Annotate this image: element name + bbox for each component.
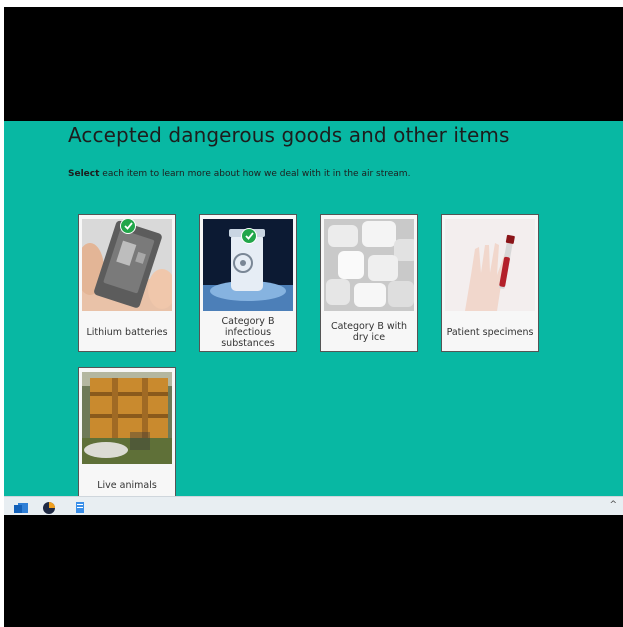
taskbar: ^ (4, 496, 623, 515)
chevron-up-icon[interactable]: ^ (609, 500, 617, 510)
card-patient-specimens[interactable]: Patient specimens (441, 214, 539, 352)
outlook-icon[interactable] (14, 500, 28, 514)
biohazard-container-image (203, 219, 293, 311)
card-label: Category B with dry ice (330, 321, 408, 343)
card-label: Patient specimens (446, 326, 534, 338)
dry-ice-image (324, 219, 414, 311)
course-slide: Accepted dangerous goods and other items… (4, 121, 623, 496)
browser-icon[interactable] (42, 500, 56, 514)
card-category-b-dry-ice[interactable]: Category B with dry ice (320, 214, 418, 352)
instruction-bold: Select (68, 169, 100, 179)
instruction-rest: each item to learn more about how we dea… (99, 169, 411, 179)
card-lithium-batteries[interactable]: Lithium batteries (78, 214, 176, 352)
card-label: Live animals (97, 479, 157, 491)
instruction-text: Select each item to learn more about how… (68, 169, 410, 179)
card-category-b-infectious[interactable]: Category B infectious substances (199, 214, 297, 352)
battery-image (82, 219, 172, 311)
completed-check-icon (241, 228, 257, 244)
card-label: Category B infectious substances (221, 315, 275, 349)
letterbox-bottom (4, 515, 623, 627)
specimen-tube-image (445, 219, 535, 311)
page-title: Accepted dangerous goods and other items (68, 123, 510, 147)
card-live-animals[interactable]: Live animals (78, 367, 176, 496)
letterbox-top (4, 7, 623, 121)
card-label: Lithium batteries (86, 326, 168, 338)
bee-hive-image (82, 372, 172, 464)
notepad-icon[interactable] (74, 500, 88, 514)
